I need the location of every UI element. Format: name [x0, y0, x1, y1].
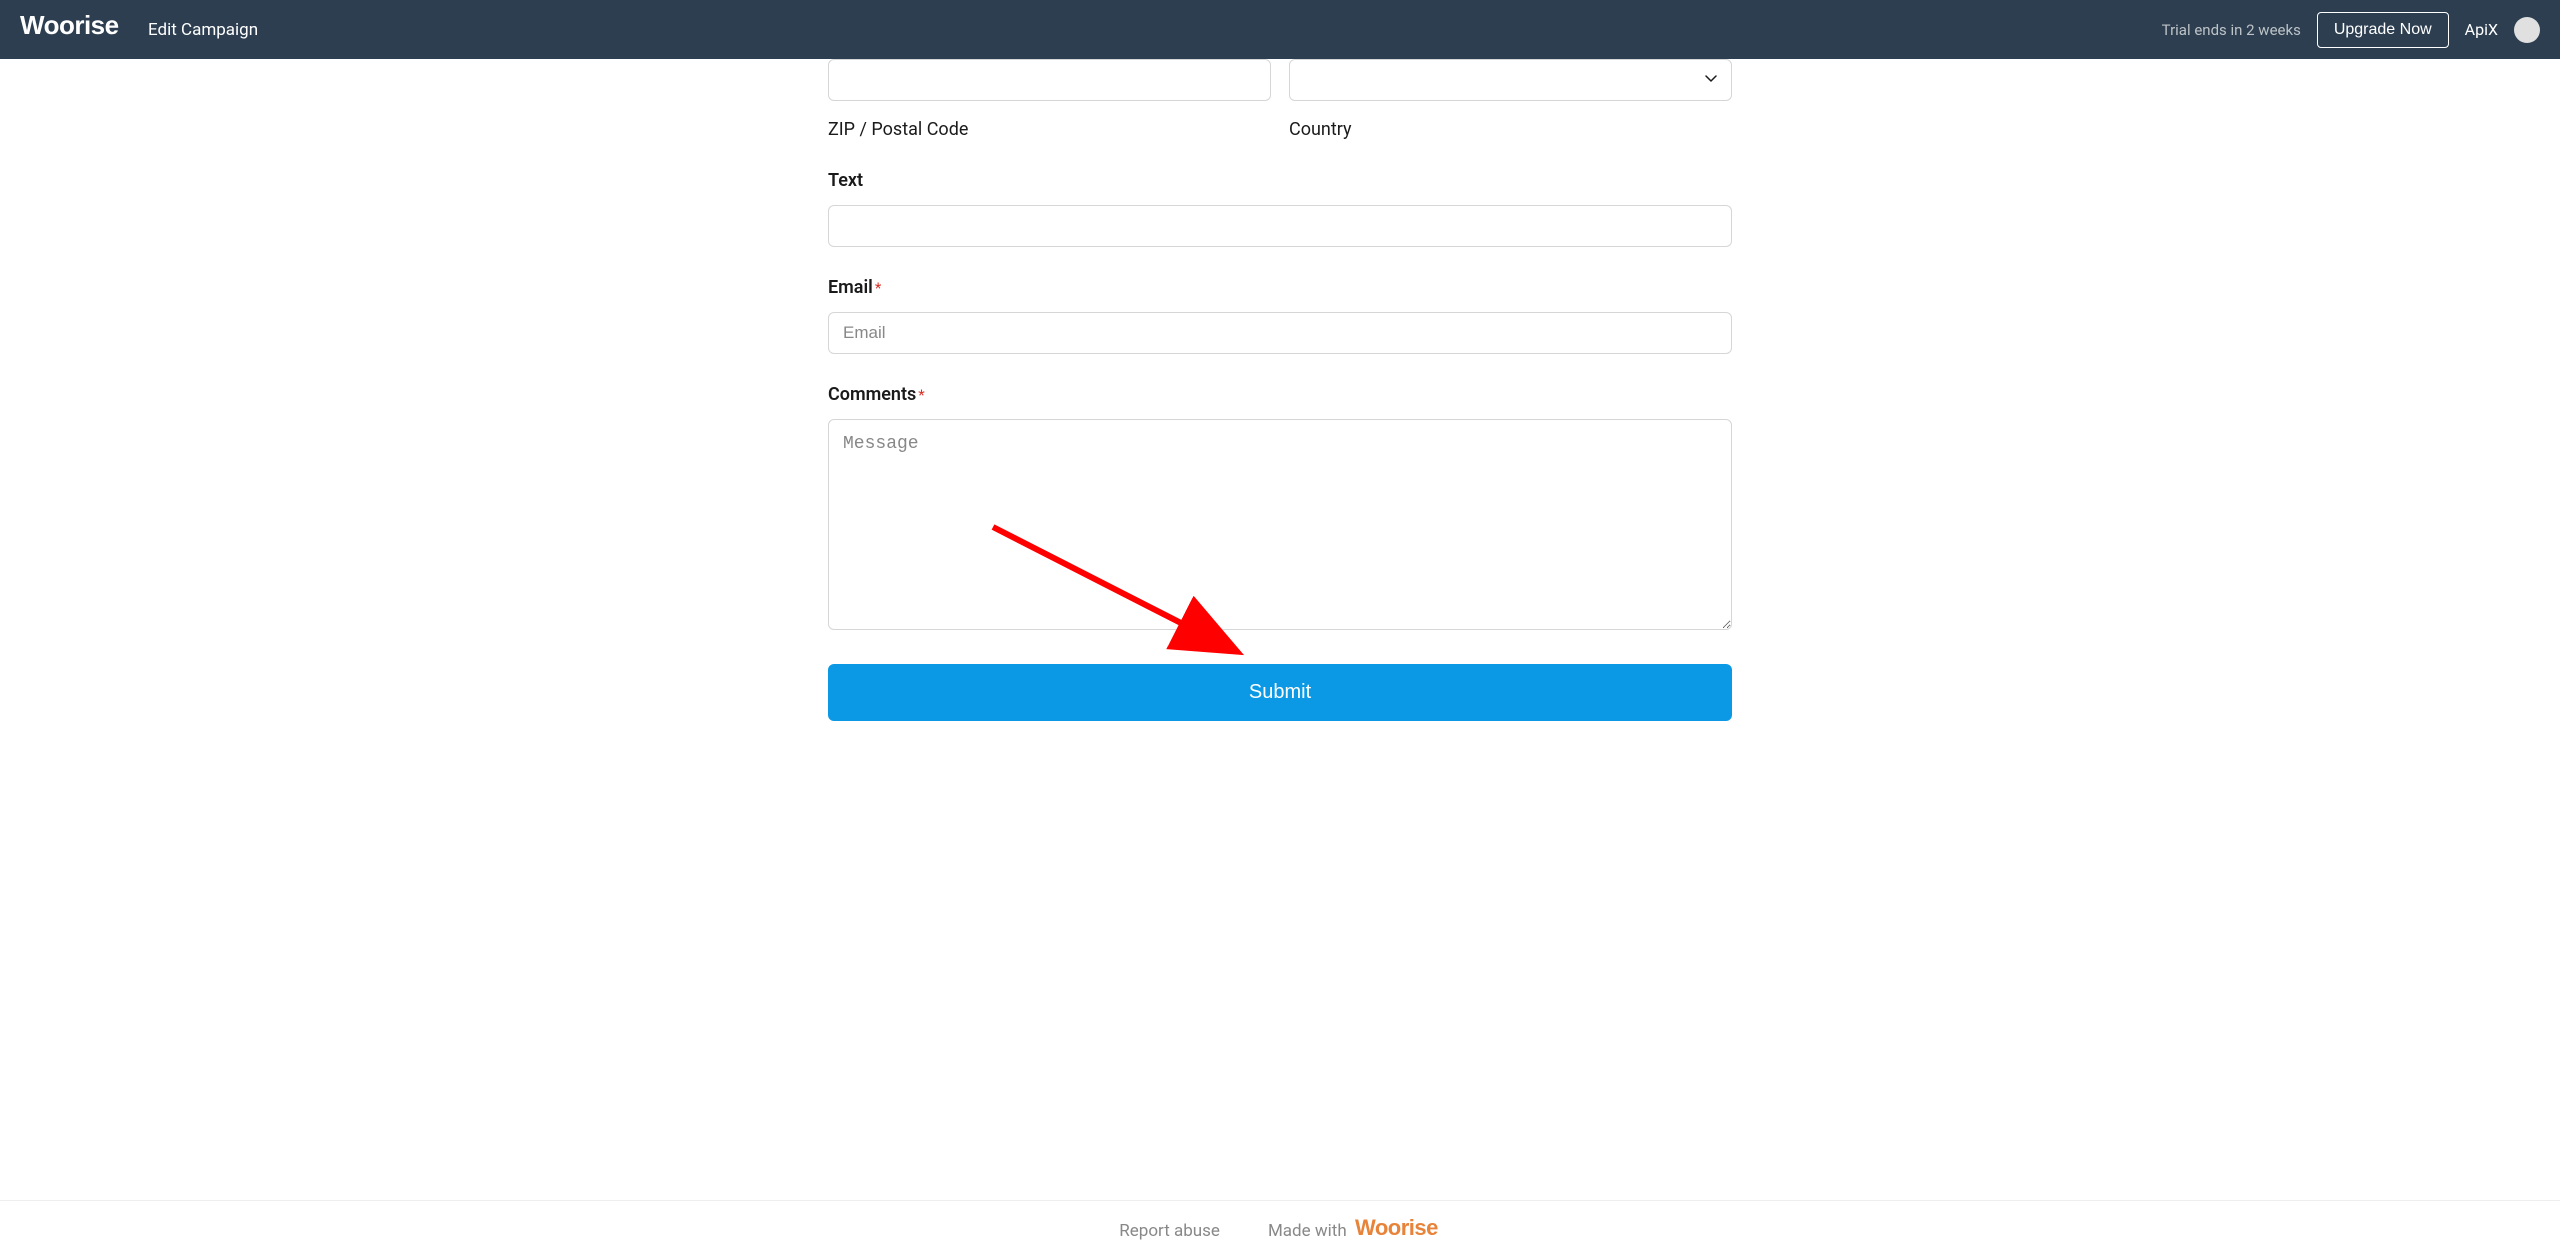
submit-button[interactable]: Submit [828, 664, 1732, 721]
text-input[interactable] [828, 205, 1732, 247]
avatar[interactable] [2514, 17, 2540, 43]
form-container: ZIP / Postal Code Country Text [828, 59, 1732, 721]
email-label: Email* [828, 277, 1732, 298]
report-abuse-link[interactable]: Report abuse [1119, 1221, 1220, 1241]
country-select-wrapper [1289, 59, 1732, 101]
zip-sublabel: ZIP / Postal Code [828, 119, 1271, 140]
country-sublabel: Country [1289, 119, 1732, 140]
zip-input[interactable] [828, 59, 1271, 101]
woorise-logo[interactable]: Woorise [20, 12, 120, 47]
comments-required-marker: * [918, 386, 924, 404]
country-col: Country [1289, 59, 1732, 140]
footer-woorise-logo[interactable]: Woorise [1355, 1216, 1441, 1246]
svg-text:Woorise: Woorise [20, 12, 119, 40]
comments-label-text: Comments [828, 384, 916, 405]
page-title: Edit Campaign [148, 20, 258, 40]
user-name[interactable]: ApiX [2465, 20, 2498, 39]
email-required-marker: * [875, 279, 881, 297]
svg-text:Woorise: Woorise [1355, 1216, 1438, 1240]
comments-textarea[interactable] [828, 419, 1732, 630]
text-label: Text [828, 170, 1732, 191]
main-content: ZIP / Postal Code Country Text [0, 59, 2560, 1200]
email-input[interactable] [828, 312, 1732, 354]
header-right: Trial ends in 2 weeks Upgrade Now ApiX [2162, 12, 2540, 48]
app-header: Woorise Edit Campaign Trial ends in 2 we… [0, 0, 2560, 59]
footer: Report abuse Made with Woorise [0, 1200, 2560, 1260]
zip-col: ZIP / Postal Code [828, 59, 1271, 140]
made-with-text: Made with [1268, 1221, 1347, 1241]
trial-status: Trial ends in 2 weeks [2162, 21, 2301, 39]
comments-label: Comments* [828, 384, 1732, 405]
upgrade-button[interactable]: Upgrade Now [2317, 12, 2449, 48]
email-label-text: Email [828, 277, 873, 298]
zip-country-row: ZIP / Postal Code Country [828, 59, 1732, 140]
country-select[interactable] [1289, 59, 1732, 101]
made-with: Made with Woorise [1268, 1216, 1441, 1246]
